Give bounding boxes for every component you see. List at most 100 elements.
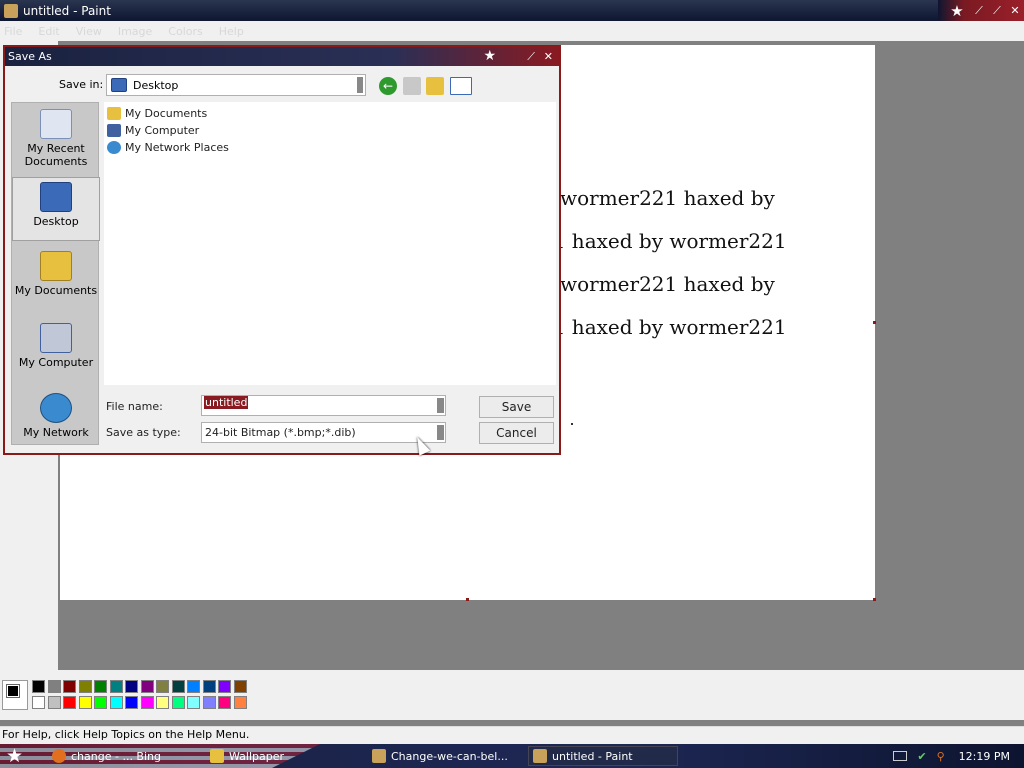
- color-swatch[interactable]: [187, 696, 200, 709]
- canvas-dot: [571, 423, 573, 425]
- color-swatch[interactable]: [233, 696, 247, 709]
- system-tray: ✔ ⚲ 12:19 PM: [893, 744, 1024, 768]
- my-network-places-icon: [107, 141, 121, 154]
- window-controls: ★ ⟋ ⟋ ✕: [938, 0, 1024, 21]
- color-swatch[interactable]: [125, 696, 138, 709]
- file-name: My Network Places: [125, 141, 229, 154]
- maximize-button[interactable]: ⟋: [988, 4, 1006, 18]
- color-swatch[interactable]: [171, 680, 185, 693]
- color-swatch[interactable]: [94, 680, 107, 693]
- color-swatch[interactable]: [156, 696, 169, 709]
- file-name-field[interactable]: untitled: [201, 395, 446, 416]
- place-my-network[interactable]: My Network: [12, 393, 100, 439]
- taskbar: ★ change - ... Bing Wallpaper Change-we-…: [0, 744, 1024, 768]
- save-button[interactable]: Save: [479, 396, 554, 418]
- paint-file-icon: [372, 749, 386, 763]
- help-button[interactable]: ⟋: [527, 47, 535, 66]
- color-swatch[interactable]: [47, 680, 61, 693]
- file-name-label: File name:: [106, 400, 163, 413]
- taskbar-item[interactable]: change - ... Bing: [48, 746, 198, 766]
- current-colors[interactable]: [2, 680, 28, 710]
- my-network-icon: [40, 393, 72, 423]
- color-swatch[interactable]: [32, 680, 45, 693]
- keyboard-icon[interactable]: [893, 751, 908, 761]
- taskbar-item[interactable]: Wallpaper: [206, 746, 356, 766]
- my-documents-icon: [40, 251, 72, 281]
- color-swatch[interactable]: [171, 696, 185, 709]
- save-in-dropdown[interactable]: Desktop: [106, 74, 366, 96]
- dropdown-arrow[interactable]: [357, 77, 363, 93]
- place-my-recent-documents[interactable]: My Recent Documents: [12, 109, 100, 168]
- close-button[interactable]: ✕: [1006, 4, 1024, 17]
- menu-colors[interactable]: Colors: [168, 25, 202, 38]
- desktop-icon: [111, 78, 127, 92]
- place-my-documents[interactable]: My Documents: [12, 251, 100, 297]
- file-name: My Documents: [125, 107, 208, 120]
- my-computer-icon: [107, 124, 121, 137]
- list-item[interactable]: My Documents: [107, 107, 207, 120]
- menu-edit[interactable]: Edit: [38, 25, 59, 38]
- color-swatch[interactable]: [32, 696, 45, 709]
- resize-handle[interactable]: [873, 598, 876, 601]
- back-button[interactable]: ←: [379, 77, 397, 95]
- menu-image[interactable]: Image: [118, 25, 152, 38]
- taskbar-item-active[interactable]: untitled - Paint: [528, 746, 678, 766]
- search-icon[interactable]: ⚲: [937, 750, 945, 763]
- place-my-computer[interactable]: My Computer: [12, 323, 100, 369]
- clock[interactable]: 12:19 PM: [959, 750, 1010, 763]
- minimize-button[interactable]: ⟋: [970, 4, 988, 18]
- color-swatch[interactable]: [202, 680, 216, 693]
- color-swatch[interactable]: [233, 680, 247, 693]
- canvas-text-line: wormer221 haxed by: [560, 186, 775, 210]
- task-label: Wallpaper: [229, 749, 285, 763]
- save-in-value: Desktop: [133, 78, 179, 92]
- place-label: My Documents: [14, 284, 98, 297]
- color-swatch[interactable]: [125, 680, 138, 693]
- paint-title-bar[interactable]: untitled - Paint ★ ⟋ ⟋ ✕: [0, 0, 1024, 21]
- place-label: My Network: [23, 426, 89, 439]
- save-as-type-select[interactable]: 24-bit Bitmap (*.bmp;*.dib): [201, 422, 446, 443]
- color-swatch[interactable]: [218, 696, 231, 709]
- cancel-button[interactable]: Cancel: [479, 422, 554, 444]
- place-desktop[interactable]: Desktop: [12, 177, 100, 241]
- color-swatch[interactable]: [187, 680, 200, 693]
- dialog-close-button[interactable]: ✕: [544, 47, 553, 66]
- color-swatch[interactable]: [78, 680, 92, 693]
- color-swatch[interactable]: [94, 696, 107, 709]
- color-swatch[interactable]: [47, 696, 61, 709]
- menu-file[interactable]: File: [4, 25, 22, 38]
- place-label: My Computer: [18, 356, 94, 369]
- my-documents-icon: [107, 107, 121, 120]
- paint-app-icon: [533, 749, 547, 763]
- color-swatch[interactable]: [156, 680, 169, 693]
- color-swatch[interactable]: [140, 680, 154, 693]
- color-swatch[interactable]: [202, 696, 216, 709]
- color-swatch[interactable]: [218, 680, 231, 693]
- canvas-text-line: 21 haxed by wormer221: [540, 229, 787, 253]
- status-bar: For Help, click Help Topics on the Help …: [0, 726, 1024, 744]
- menu-view[interactable]: View: [76, 25, 102, 38]
- resize-handle[interactable]: [873, 321, 876, 324]
- color-swatch[interactable]: [109, 696, 123, 709]
- color-swatch[interactable]: [63, 680, 76, 693]
- new-folder-button[interactable]: [426, 77, 444, 95]
- taskbar-item[interactable]: Change-we-can-bel...: [368, 746, 518, 766]
- views-menu-button[interactable]: [450, 77, 472, 95]
- dropdown-arrow[interactable]: [437, 425, 444, 440]
- file-list[interactable]: My Documents My Computer My Network Plac…: [104, 102, 556, 385]
- start-button[interactable]: ★: [6, 745, 23, 767]
- dialog-title-bar[interactable]: Save As ★ ⟋ ✕: [5, 47, 559, 66]
- foreground-color: [6, 684, 20, 698]
- desktop-icon: [40, 182, 72, 212]
- list-item[interactable]: My Network Places: [107, 141, 229, 154]
- color-swatch[interactable]: [63, 696, 76, 709]
- up-folder-button[interactable]: [403, 77, 421, 95]
- dropdown-arrow[interactable]: [437, 398, 444, 413]
- menu-help[interactable]: Help: [219, 25, 244, 38]
- list-item[interactable]: My Computer: [107, 124, 199, 137]
- network-icon[interactable]: ✔: [917, 750, 926, 763]
- color-swatch[interactable]: [109, 680, 123, 693]
- resize-handle[interactable]: [466, 598, 469, 601]
- color-swatch[interactable]: [140, 696, 154, 709]
- color-swatch[interactable]: [78, 696, 92, 709]
